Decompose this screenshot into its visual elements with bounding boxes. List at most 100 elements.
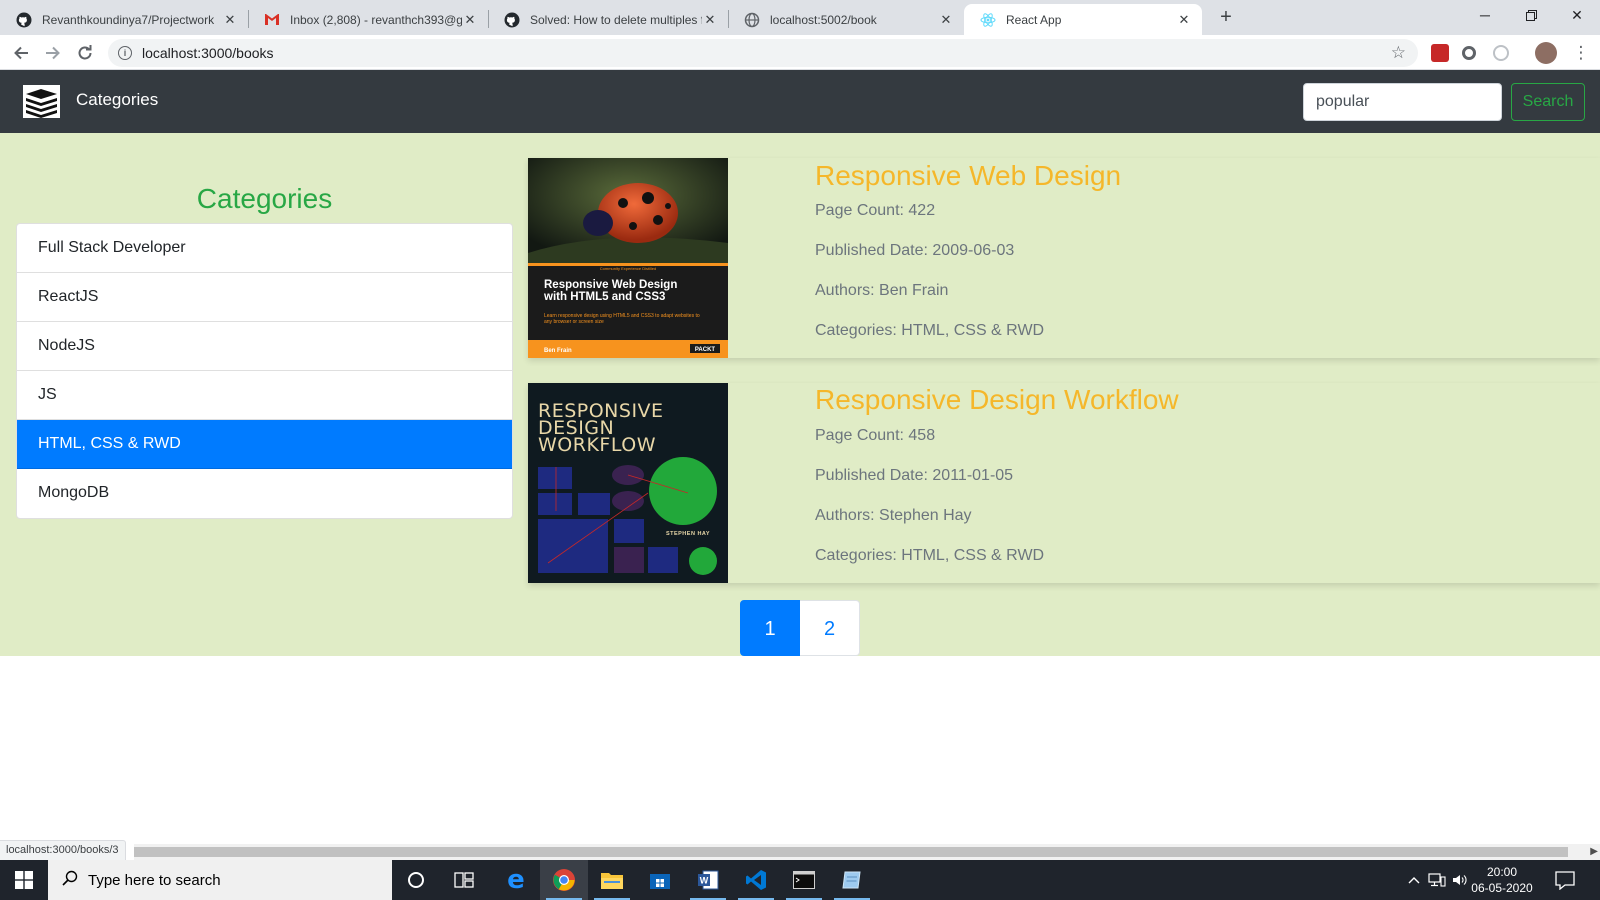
page-button[interactable]: 2: [800, 600, 860, 656]
tab-close-icon[interactable]: ✕: [938, 12, 954, 28]
cover-author: Ben Frain: [544, 348, 572, 354]
avatar[interactable]: [1535, 42, 1557, 64]
search-icon: [62, 870, 78, 891]
book-published-date: Published Date: 2011-01-05: [815, 467, 1014, 484]
new-tab-button[interactable]: +: [1214, 5, 1238, 29]
terminal-icon[interactable]: [780, 860, 828, 900]
close-window-icon[interactable]: ✕: [1554, 0, 1600, 30]
windows-taskbar: Type here to search e W 20:00 06-05-2020: [0, 860, 1600, 900]
bookmark-star-icon[interactable]: ☆: [1391, 43, 1406, 63]
github-icon: [504, 12, 520, 28]
minimize-icon[interactable]: ─: [1462, 0, 1508, 30]
cover-title-line: Responsive Web Design: [544, 279, 677, 291]
volume-icon[interactable]: [1452, 860, 1468, 900]
scrollbar-thumb[interactable]: [134, 847, 1568, 857]
book-categories: Categories: HTML, CSS & RWD: [815, 322, 1045, 339]
tab-close-icon[interactable]: ✕: [1176, 12, 1192, 28]
back-arrow-icon[interactable]: [8, 40, 34, 66]
browser-toolbar: i localhost:3000/books ☆ ⋮: [0, 35, 1600, 70]
cortana-icon[interactable]: [392, 860, 440, 900]
book-card: Community Experience Distilled Responsiv…: [528, 158, 1600, 358]
page-button-current[interactable]: 1: [740, 600, 800, 656]
horizontal-scrollbar[interactable]: ▶: [134, 844, 1600, 860]
chrome-icon[interactable]: [540, 860, 588, 900]
browser-tab[interactable]: localhost:5002/book ✕: [728, 4, 964, 35]
book-cover-image[interactable]: Community Experience Distilled Responsiv…: [528, 158, 728, 358]
category-item[interactable]: ReactJS: [17, 273, 512, 322]
book-categories: Categories: HTML, CSS & RWD: [815, 547, 1045, 564]
url-text[interactable]: localhost:3000/books: [142, 45, 274, 61]
restore-icon[interactable]: [1508, 0, 1554, 30]
show-hidden-icons-icon[interactable]: [1408, 860, 1420, 900]
tab-close-icon[interactable]: ✕: [462, 12, 478, 28]
category-item-active[interactable]: HTML, CSS & RWD: [17, 420, 512, 469]
forward-arrow-icon[interactable]: [40, 40, 66, 66]
cover-publisher: PACKT: [695, 347, 716, 353]
cover-title-line: with HTML5 and CSS3: [543, 291, 665, 303]
category-item[interactable]: MongoDB: [17, 469, 512, 518]
tab-title: Revanthkoundinya7/Projectwork: [42, 12, 215, 27]
taskbar-clock[interactable]: 20:00 06-05-2020: [1470, 864, 1534, 896]
clock-date: 06-05-2020: [1471, 881, 1533, 895]
search-input[interactable]: popular: [1303, 83, 1502, 121]
extension-icon[interactable]: [1493, 45, 1509, 61]
gmail-icon: [264, 12, 280, 28]
extension-icon[interactable]: [1462, 46, 1476, 60]
react-icon: [980, 12, 996, 28]
browser-tab[interactable]: Revanthkoundinya7/Projectwork ✕: [0, 4, 248, 35]
browser-tab-active[interactable]: React App ✕: [964, 4, 1202, 35]
cover-title-line: WORKFLOW: [538, 434, 656, 456]
category-item[interactable]: NodeJS: [17, 322, 512, 371]
word-icon[interactable]: W: [684, 860, 732, 900]
main-content: Categories Full Stack Developer ReactJS …: [0, 133, 1600, 656]
menu-kebab-icon[interactable]: ⋮: [1568, 40, 1594, 66]
book-page-count: Page Count: 422: [815, 202, 936, 219]
browser-tab-strip: Revanthkoundinya7/Projectwork ✕ Inbox (2…: [0, 0, 1600, 35]
scroll-right-arrow-icon[interactable]: ▶: [1590, 844, 1598, 860]
tab-close-icon[interactable]: ✕: [222, 12, 238, 28]
github-icon: [16, 12, 32, 28]
browser-tab[interactable]: Solved: How to delete multiples fr ✕: [488, 4, 728, 35]
cover-author: STEPHEN HAY: [666, 531, 710, 537]
browser-tab[interactable]: Inbox (2,808) - revanthch393@gmail.com ✕: [248, 4, 488, 35]
book-page-count: Page Count: 458: [815, 427, 936, 444]
book-authors: Authors: Ben Frain: [815, 282, 949, 299]
book-card: RESPONSIVE DESIGN WORKFLOW STEPHEN HAY R…: [528, 383, 1600, 583]
category-item[interactable]: JS: [17, 371, 512, 420]
taskbar-search-box[interactable]: Type here to search: [48, 860, 392, 900]
tab-title: Inbox (2,808) - revanthch393@gmail.com: [290, 12, 462, 27]
book-authors: Authors: Stephen Hay: [815, 507, 972, 524]
sidebar-title: Categories: [196, 183, 333, 214]
reload-icon[interactable]: [72, 40, 98, 66]
tab-title: Solved: How to delete multiples fr: [530, 12, 702, 27]
search-button[interactable]: Search: [1511, 83, 1585, 121]
edge-browser-icon[interactable]: e: [492, 860, 540, 900]
svg-text:W: W: [700, 876, 709, 886]
navbar-brand-link[interactable]: Categories: [76, 90, 158, 110]
tab-close-icon[interactable]: ✕: [702, 12, 718, 28]
cover-blurb: Learn responsive design using HTML5 and …: [544, 313, 700, 325]
cover-series-text: Community Experience Distilled: [600, 266, 656, 271]
vscode-icon[interactable]: [732, 860, 780, 900]
address-bar[interactable]: i localhost:3000/books ☆: [108, 39, 1418, 67]
category-list: Full Stack Developer ReactJS NodeJS JS H…: [16, 223, 513, 519]
tab-title: React App: [1006, 12, 1062, 27]
notepad-icon[interactable]: [828, 860, 876, 900]
category-item[interactable]: Full Stack Developer: [17, 224, 512, 273]
books-logo-icon[interactable]: [23, 85, 60, 118]
store-icon[interactable]: [636, 860, 684, 900]
book-cover-image[interactable]: RESPONSIVE DESIGN WORKFLOW STEPHEN HAY: [528, 383, 728, 583]
task-view-icon[interactable]: [440, 860, 488, 900]
network-icon[interactable]: [1428, 860, 1446, 900]
app-navbar: Categories popular Search: [0, 70, 1600, 133]
book-title[interactable]: Responsive Web Design: [815, 160, 1121, 192]
info-icon[interactable]: i: [118, 46, 132, 60]
file-explorer-icon[interactable]: [588, 860, 636, 900]
globe-icon: [744, 12, 760, 28]
action-center-icon[interactable]: [1554, 870, 1576, 891]
pagination: 1 2: [740, 600, 860, 656]
tab-title: localhost:5002/book: [770, 12, 877, 27]
windows-start-icon[interactable]: [0, 860, 48, 900]
extension-icon[interactable]: [1431, 44, 1449, 62]
book-title[interactable]: Responsive Design Workflow: [815, 384, 1179, 416]
